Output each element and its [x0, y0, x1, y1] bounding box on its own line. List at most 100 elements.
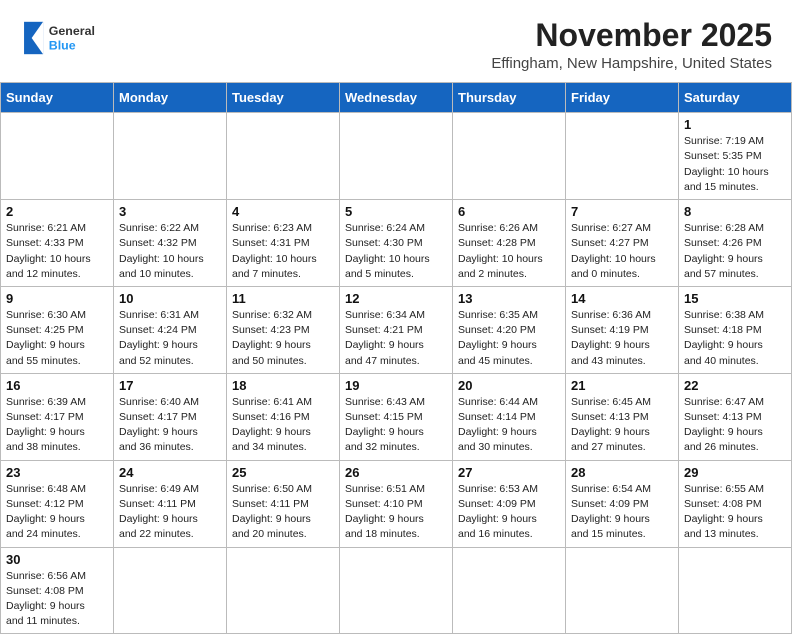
- day-number: 23: [6, 465, 108, 480]
- day-header-thursday: Thursday: [453, 83, 566, 113]
- calendar-cell: 13 Sunrise: 6:35 AMSunset: 4:20 PMDayligh…: [453, 286, 566, 373]
- logo-svg: General Blue: [20, 18, 110, 58]
- day-number: 22: [684, 378, 786, 393]
- day-info: Sunrise: 6:36 AMSunset: 4:19 PMDaylight:…: [571, 308, 673, 369]
- day-info: Sunrise: 6:21 AMSunset: 4:33 PMDaylight:…: [6, 221, 108, 282]
- day-info: Sunrise: 6:27 AMSunset: 4:27 PMDaylight:…: [571, 221, 673, 282]
- day-number: 21: [571, 378, 673, 393]
- calendar-cell: 18Sunrise: 6:41 AMSunset: 4:16 PMDayligh…: [227, 373, 340, 460]
- calendar-cell: 16Sunrise: 6:39 AMSunset: 4:17 PMDayligh…: [1, 373, 114, 460]
- calendar-week-row: 2 Sunrise: 6:21 AMSunset: 4:33 PMDaylight…: [1, 200, 792, 287]
- calendar-cell: 2 Sunrise: 6:21 AMSunset: 4:33 PMDaylight…: [1, 200, 114, 287]
- day-number: 18: [232, 378, 334, 393]
- calendar-cell: 26 Sunrise: 6:51 AMSunset: 4:10 PMDayligh…: [340, 460, 453, 547]
- day-number: 20: [458, 378, 560, 393]
- day-header-tuesday: Tuesday: [227, 83, 340, 113]
- calendar-cell: 12Sunrise: 6:34 AMSunset: 4:21 PMDayligh…: [340, 286, 453, 373]
- day-info: Sunrise: 6:32 AMSunset: 4:23 PMDaylight:…: [232, 308, 334, 369]
- calendar-cell: 22Sunrise: 6:47 AMSunset: 4:13 PMDayligh…: [679, 373, 792, 460]
- calendar-cell: 4 Sunrise: 6:23 AMSunset: 4:31 PMDaylight…: [227, 200, 340, 287]
- calendar-week-row: 30Sunrise: 6:56 AMSunset: 4:08 PMDayligh…: [1, 547, 792, 634]
- calendar-cell: 8Sunrise: 6:28 AMSunset: 4:26 PMDaylight…: [679, 200, 792, 287]
- month-title: November 2025: [491, 18, 772, 53]
- day-number: 2: [6, 204, 108, 219]
- calendar-cell: [340, 547, 453, 634]
- day-number: 15: [684, 291, 786, 306]
- day-number: 12: [345, 291, 447, 306]
- day-number: 6: [458, 204, 560, 219]
- calendar-cell: 20Sunrise: 6:44 AMSunset: 4:14 PMDayligh…: [453, 373, 566, 460]
- day-info: Sunrise: 6:55 AMSunset: 4:08 PMDaylight:…: [684, 482, 786, 543]
- day-number: 13: [458, 291, 560, 306]
- calendar-cell: [227, 113, 340, 200]
- calendar-cell: 10 Sunrise: 6:31 AMSunset: 4:24 PMDayligh…: [114, 286, 227, 373]
- day-number: 16: [6, 378, 108, 393]
- day-number: 3: [119, 204, 221, 219]
- calendar-cell: [340, 113, 453, 200]
- calendar-cell: 14 Sunrise: 6:36 AMSunset: 4:19 PMDayligh…: [566, 286, 679, 373]
- logo: General Blue: [20, 18, 110, 58]
- calendar-cell: 30Sunrise: 6:56 AMSunset: 4:08 PMDayligh…: [1, 547, 114, 634]
- day-number: 14: [571, 291, 673, 306]
- calendar-cell: 11 Sunrise: 6:32 AMSunset: 4:23 PMDayligh…: [227, 286, 340, 373]
- day-number: 10: [119, 291, 221, 306]
- day-number: 28: [571, 465, 673, 480]
- day-number: 1: [684, 117, 786, 132]
- calendar-cell: 5 Sunrise: 6:24 AMSunset: 4:30 PMDaylight…: [340, 200, 453, 287]
- day-info: Sunrise: 6:24 AMSunset: 4:30 PMDaylight:…: [345, 221, 447, 282]
- svg-text:General: General: [49, 24, 95, 38]
- calendar-cell: 1 Sunrise: 7:19 AMSunset: 5:35 PMDaylight…: [679, 113, 792, 200]
- calendar-cell: 19 Sunrise: 6:43 AMSunset: 4:15 PMDayligh…: [340, 373, 453, 460]
- svg-text:Blue: Blue: [49, 38, 76, 52]
- day-info: Sunrise: 6:23 AMSunset: 4:31 PMDaylight:…: [232, 221, 334, 282]
- calendar-week-row: 16Sunrise: 6:39 AMSunset: 4:17 PMDayligh…: [1, 373, 792, 460]
- calendar-header-row: SundayMondayTuesdayWednesdayThursdayFrid…: [1, 83, 792, 113]
- day-info: Sunrise: 6:38 AMSunset: 4:18 PMDaylight:…: [684, 308, 786, 369]
- day-number: 27: [458, 465, 560, 480]
- day-number: 29: [684, 465, 786, 480]
- day-number: 30: [6, 552, 108, 567]
- day-header-wednesday: Wednesday: [340, 83, 453, 113]
- calendar-cell: 15 Sunrise: 6:38 AMSunset: 4:18 PMDayligh…: [679, 286, 792, 373]
- day-number: 11: [232, 291, 334, 306]
- calendar-week-row: 9Sunrise: 6:30 AMSunset: 4:25 PMDaylight…: [1, 286, 792, 373]
- calendar-cell: 25 Sunrise: 6:50 AMSunset: 4:11 PMDayligh…: [227, 460, 340, 547]
- calendar-cell: 29 Sunrise: 6:55 AMSunset: 4:08 PMDayligh…: [679, 460, 792, 547]
- day-header-saturday: Saturday: [679, 83, 792, 113]
- day-info: Sunrise: 6:43 AMSunset: 4:15 PMDaylight:…: [345, 395, 447, 456]
- day-number: 24: [119, 465, 221, 480]
- day-number: 19: [345, 378, 447, 393]
- day-info: Sunrise: 6:49 AMSunset: 4:11 PMDaylight:…: [119, 482, 221, 543]
- title-area: November 2025 Effingham, New Hampshire, …: [491, 18, 772, 72]
- day-number: 26: [345, 465, 447, 480]
- day-number: 4: [232, 204, 334, 219]
- calendar-week-row: 1 Sunrise: 7:19 AMSunset: 5:35 PMDaylight…: [1, 113, 792, 200]
- calendar-cell: [566, 547, 679, 634]
- day-info: Sunrise: 6:26 AMSunset: 4:28 PMDaylight:…: [458, 221, 560, 282]
- calendar-cell: [679, 547, 792, 634]
- calendar-cell: 7 Sunrise: 6:27 AMSunset: 4:27 PMDaylight…: [566, 200, 679, 287]
- day-number: 7: [571, 204, 673, 219]
- calendar-table: SundayMondayTuesdayWednesdayThursdayFrid…: [0, 82, 792, 634]
- day-number: 9: [6, 291, 108, 306]
- day-info: Sunrise: 7:19 AMSunset: 5:35 PMDaylight:…: [684, 134, 786, 195]
- calendar-cell: 28Sunrise: 6:54 AMSunset: 4:09 PMDayligh…: [566, 460, 679, 547]
- calendar-cell: 23Sunrise: 6:48 AMSunset: 4:12 PMDayligh…: [1, 460, 114, 547]
- calendar-cell: 24 Sunrise: 6:49 AMSunset: 4:11 PMDayligh…: [114, 460, 227, 547]
- calendar-cell: 9Sunrise: 6:30 AMSunset: 4:25 PMDaylight…: [1, 286, 114, 373]
- day-header-friday: Friday: [566, 83, 679, 113]
- day-info: Sunrise: 6:51 AMSunset: 4:10 PMDaylight:…: [345, 482, 447, 543]
- day-info: Sunrise: 6:22 AMSunset: 4:32 PMDaylight:…: [119, 221, 221, 282]
- day-info: Sunrise: 6:53 AMSunset: 4:09 PMDaylight:…: [458, 482, 560, 543]
- calendar-cell: 21Sunrise: 6:45 AMSunset: 4:13 PMDayligh…: [566, 373, 679, 460]
- day-info: Sunrise: 6:40 AMSunset: 4:17 PMDaylight:…: [119, 395, 221, 456]
- day-info: Sunrise: 6:35 AMSunset: 4:20 PMDaylight:…: [458, 308, 560, 369]
- calendar-week-row: 23Sunrise: 6:48 AMSunset: 4:12 PMDayligh…: [1, 460, 792, 547]
- calendar-cell: [114, 547, 227, 634]
- day-info: Sunrise: 6:50 AMSunset: 4:11 PMDaylight:…: [232, 482, 334, 543]
- day-number: 17: [119, 378, 221, 393]
- day-number: 25: [232, 465, 334, 480]
- day-number: 5: [345, 204, 447, 219]
- calendar-cell: [566, 113, 679, 200]
- day-info: Sunrise: 6:31 AMSunset: 4:24 PMDaylight:…: [119, 308, 221, 369]
